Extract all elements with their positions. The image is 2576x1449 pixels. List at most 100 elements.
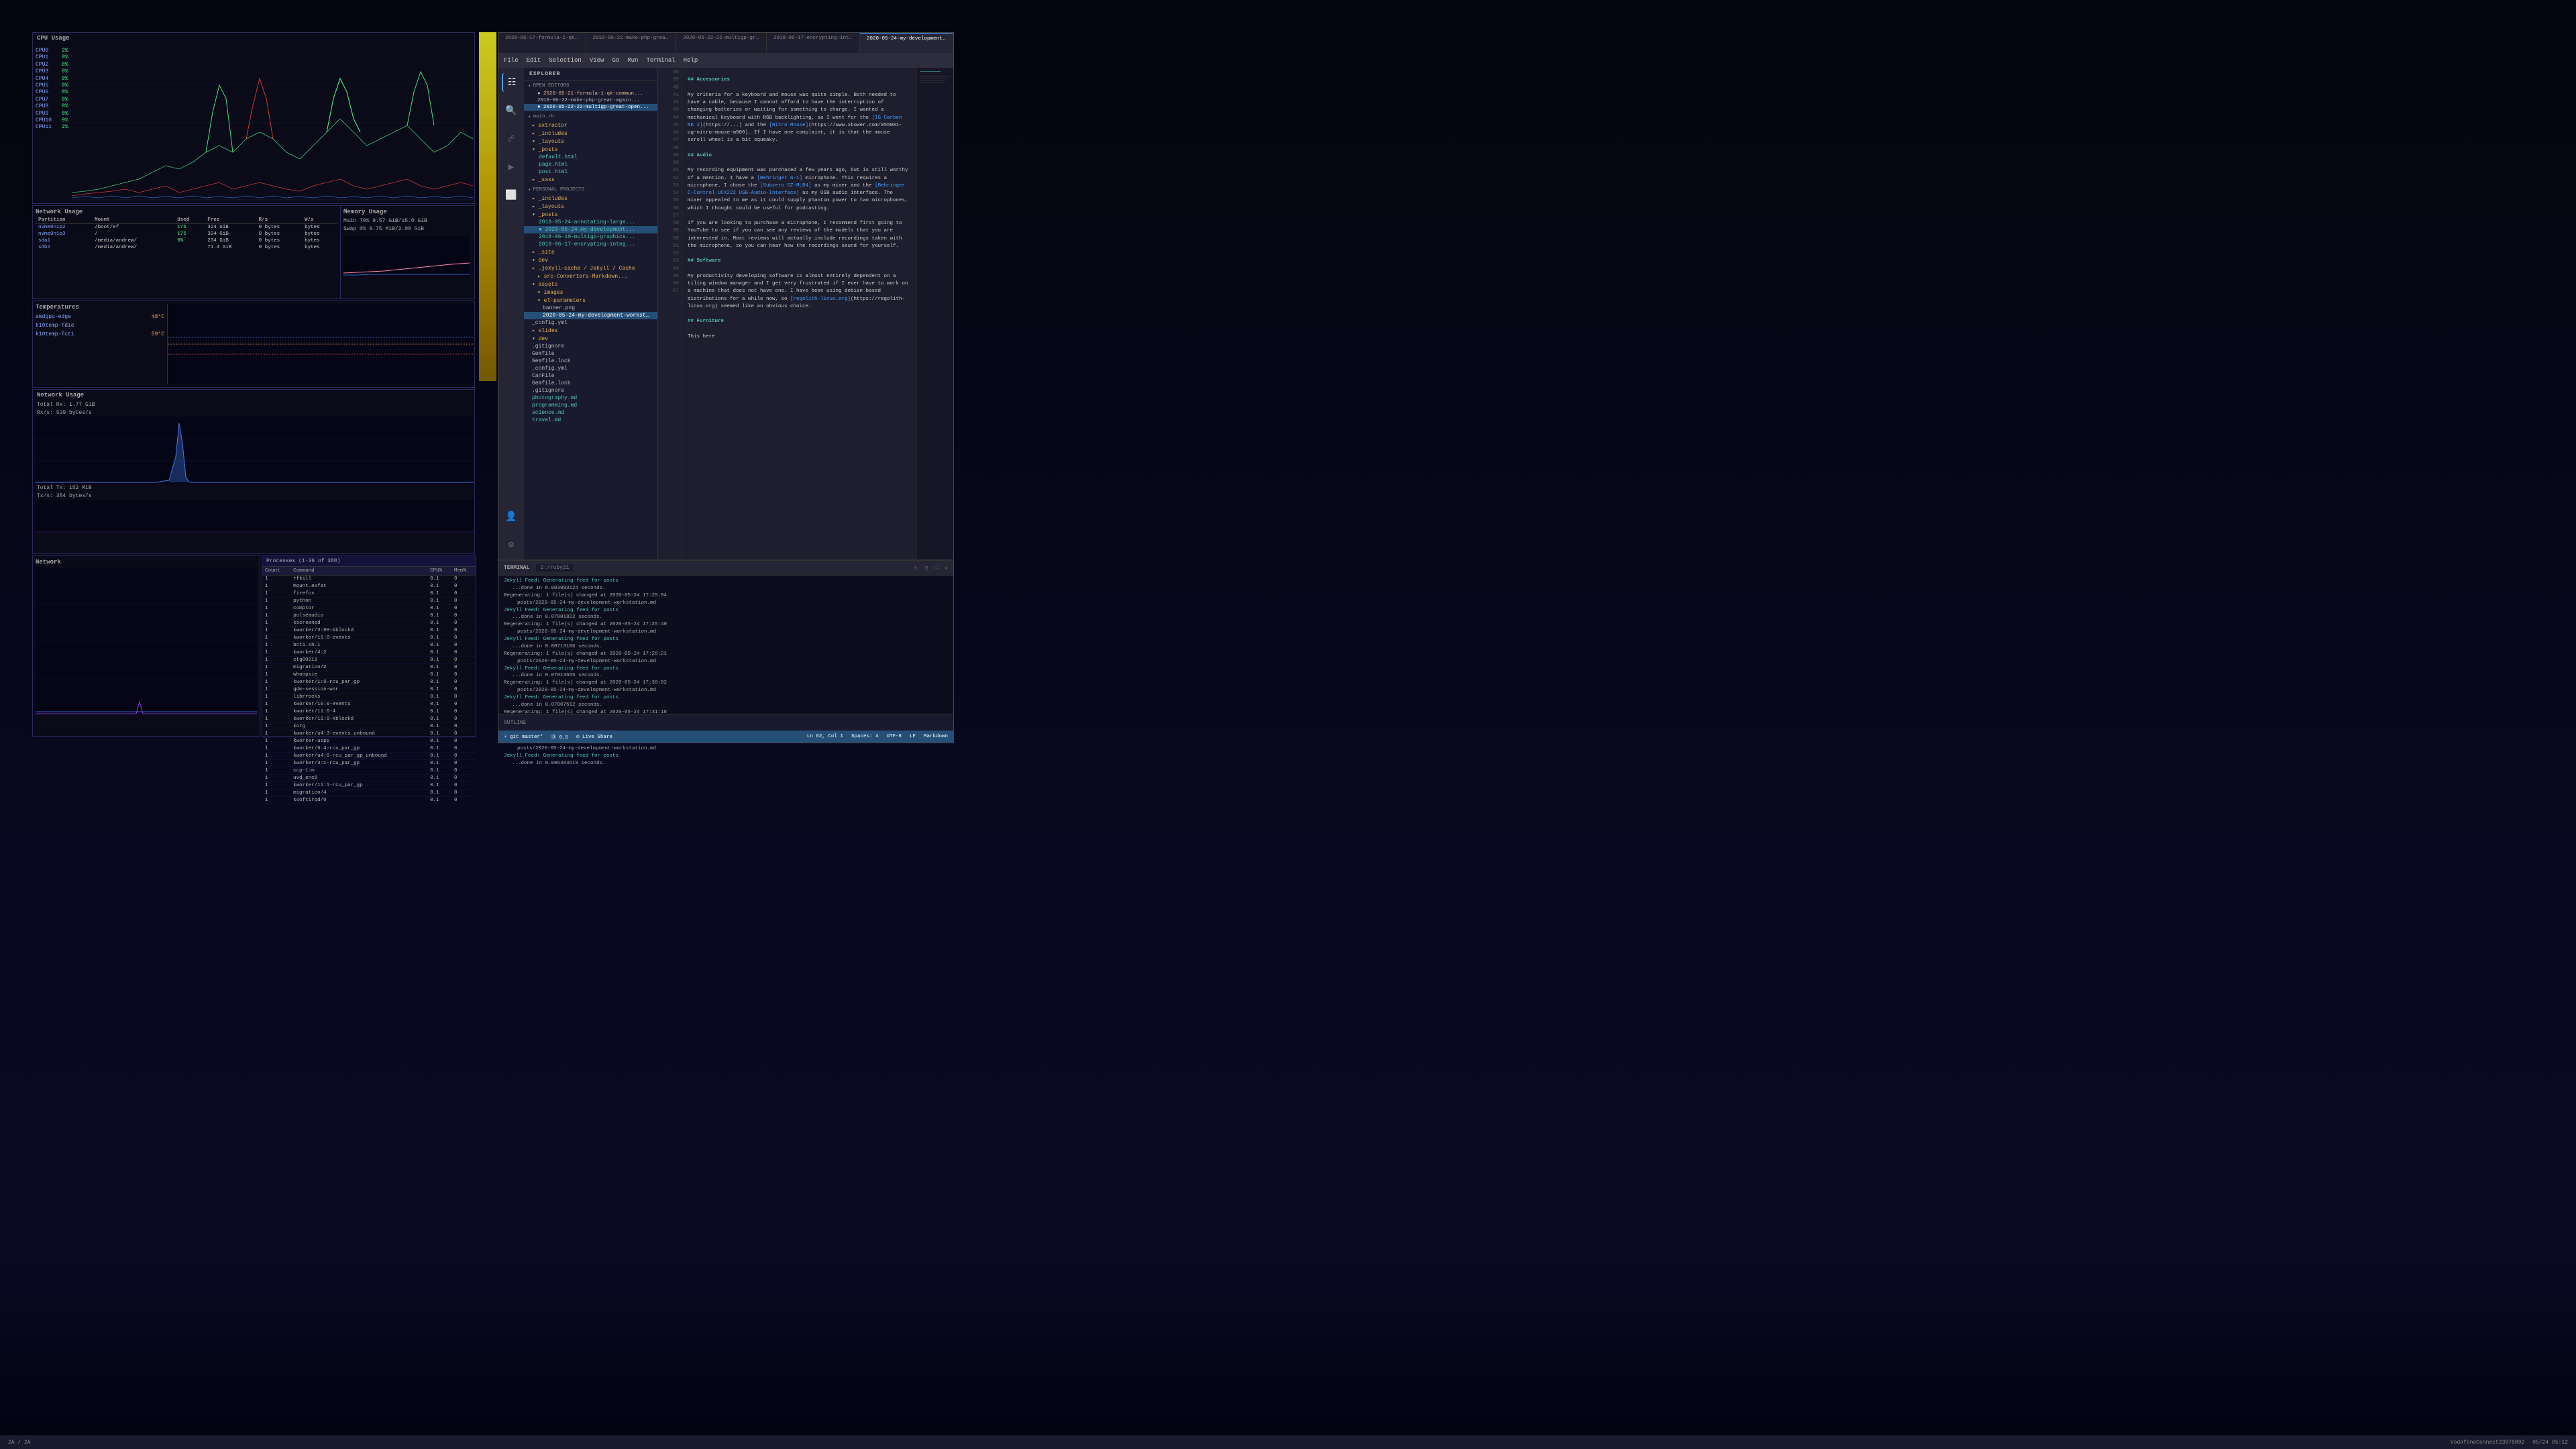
process-row-25: 1 kworker/3:1-rcu_par_gp 0.1 0	[262, 760, 476, 767]
cpu-labels: CPU02% CPU10% CPU20% CPU30% CPU40% CPU50…	[36, 48, 75, 131]
ftree-post-html[interactable]: post.html	[524, 168, 657, 176]
tab-3[interactable]: 2018-06-17-encrypting-int...	[767, 33, 860, 53]
line-64	[688, 311, 911, 318]
ftree-photography[interactable]: photography.md	[524, 394, 657, 402]
ftree-layouts[interactable]: ▾ _layouts	[524, 138, 657, 146]
terminal-plus-icon[interactable]: ＋	[913, 564, 918, 572]
ftree-gitignore2[interactable]: .gitignore	[524, 387, 657, 394]
ftree-gitignore[interactable]: .gitignore	[524, 343, 657, 350]
menu-go[interactable]: Go	[612, 57, 619, 64]
extensions-icon[interactable]: ⬜	[502, 186, 521, 205]
system-time: 05/24 05:12	[2532, 1440, 2568, 1446]
open-editor-0[interactable]: ● 2020-05-21-formula-1-qk-commun...	[524, 91, 657, 97]
network-bottom-panel: Network	[32, 555, 260, 737]
ftree-posts2[interactable]: ▾ _posts	[524, 211, 657, 219]
outline-label[interactable]: OUTLINE	[504, 720, 527, 726]
disk-table-section: Network Usage Partition Mount Used Free …	[33, 206, 340, 299]
ftree-science[interactable]: science.md	[524, 409, 657, 417]
process-row-2: 1 firefox 0.1 0	[262, 590, 476, 598]
ftree-layouts2[interactable]: ▸ _layouts	[524, 203, 657, 211]
explorer-icon[interactable]: ☷	[502, 73, 521, 92]
cpu-row-9: CPU90%	[36, 111, 75, 117]
line-44-blank	[688, 145, 911, 152]
personal-projects-section[interactable]: ▾main.rb	[524, 112, 657, 121]
live-share[interactable]: ◎ Live Share	[576, 733, 612, 740]
menu-help[interactable]: Help	[684, 57, 698, 64]
ftree-converters[interactable]: ▸ src-Converters-Markdown...	[524, 272, 657, 280]
memory-title: Memory Usage	[343, 209, 472, 215]
ftree-assets[interactable]: ▾ assets	[524, 280, 657, 288]
personal-projects-header[interactable]: ▾PERSONAL PROJECTS	[524, 185, 657, 195]
ftree-config2[interactable]: _config.yml	[524, 365, 657, 372]
disk-row-0: nvme0n1p2 /boot/ef 175 324 GiB 0 bytes b…	[36, 224, 337, 231]
disk-panel: Network Usage Partition Mount Used Free …	[32, 205, 475, 299]
ftree-workstation-png[interactable]: 2020-05-24-my-development-workstation.pn…	[524, 312, 657, 319]
source-control-icon[interactable]: ☍	[502, 129, 521, 148]
ftree-site[interactable]: ▸ _site	[524, 248, 657, 256]
ftree-el-params[interactable]: ▾ el-parameters	[524, 297, 657, 305]
terminal-close-icon[interactable]: ✕	[945, 565, 948, 572]
proc-col-count: Count	[262, 567, 290, 576]
tab-4[interactable]: 2020-05-24-my-development...	[860, 33, 953, 53]
term-line-8: Jekyll Feed: Generating feed for posts	[504, 636, 948, 643]
desktop: CPU Usage CPU02% CPU10% CPU20% CPU30% CP…	[0, 0, 2576, 1449]
ftree-gemlock[interactable]: Gemfile.lock	[524, 358, 657, 365]
process-row-9: 1 bct1.sh.1 0.1 0	[262, 642, 476, 649]
ftree-includes2[interactable]: ▸ _includes	[524, 195, 657, 203]
ftree-page-html[interactable]: page.html	[524, 161, 657, 168]
ftree-gemfile[interactable]: Gemfile	[524, 350, 657, 358]
ftree-gemlock2[interactable]: Gemfile.lock	[524, 380, 657, 387]
menu-selection[interactable]: Selection	[549, 57, 582, 64]
ftree-default-html[interactable]: default.html	[524, 154, 657, 161]
line-numbers: 3839404142434445464748495051525354555657…	[658, 68, 682, 559]
ftree-slides[interactable]: ▸ slides	[524, 327, 657, 335]
ftree-extractor[interactable]: ▸ extractor	[524, 121, 657, 129]
vscode-menubar: File Edit Selection View Go Run Terminal…	[498, 53, 953, 68]
search-icon[interactable]: 🔍	[502, 101, 521, 120]
line-44: ## Audio	[688, 152, 911, 160]
debug-icon[interactable]: ▶	[502, 158, 521, 176]
cpu-row-4: CPU40%	[36, 76, 75, 83]
ftree-sass[interactable]: ▸ _sass	[524, 176, 657, 184]
open-editor-2[interactable]: ● 2020-05-22-22-multigp-great-open...	[524, 104, 657, 111]
ftree-images[interactable]: ▾ images	[524, 288, 657, 297]
ftree-includes[interactable]: ▸ _includes	[524, 129, 657, 138]
language-mode[interactable]: Markdown	[924, 734, 948, 739]
ftree-canfile[interactable]: CanFile	[524, 372, 657, 380]
ftree-dev2[interactable]: ▾ dev	[524, 335, 657, 343]
ftree-banner[interactable]: banner.png	[524, 305, 657, 312]
tab-0[interactable]: 2020-05-17-formula-1-qk...	[498, 33, 586, 53]
menu-file[interactable]: File	[504, 57, 519, 64]
cpu-row-2: CPU20%	[36, 62, 75, 68]
ftree-programming[interactable]: programming.md	[524, 402, 657, 409]
ftree-multigp[interactable]: 2018-06-10-multigp-graphics...	[524, 233, 657, 241]
ftree-config[interactable]: _config.yml	[524, 319, 657, 327]
disk-row-2: sda1 /media/andrew/ 0% 234 GiB 0 bytes b…	[36, 237, 337, 244]
memory-section: Memory Usage Main 79% 9.57 GiB/15.0 GiB …	[340, 206, 474, 299]
term-line-3: posts/2020-05-24-my-development-workstat…	[504, 600, 948, 607]
settings-icon[interactable]: ⚙	[502, 535, 521, 554]
ftree-workstation[interactable]: ● 2020-05-24-my-development...	[524, 226, 657, 233]
tab-2[interactable]: 2020-05-22-22-multigp-gr...	[676, 33, 767, 53]
open-editor-1[interactable]: 2018-06-22-make-php-great-again...	[524, 97, 657, 104]
process-row-8: 1 kworker/11:0-events 0.1 0	[262, 635, 476, 642]
ftree-travel[interactable]: travel.md	[524, 417, 657, 424]
ftree-annotating[interactable]: 2018-05-24-annotating-large...	[524, 219, 657, 226]
git-branch[interactable]: ⑂ git master*	[504, 734, 543, 740]
ftree-dev[interactable]: ▾ dev	[524, 256, 657, 264]
menu-view[interactable]: View	[590, 57, 604, 64]
ftree-encrypting[interactable]: 2018-06-17-encrypting-integ...	[524, 241, 657, 248]
tab-1[interactable]: 2018-06-22-make-php-grea...	[586, 33, 677, 53]
terminal-maximize-icon[interactable]: □	[934, 565, 938, 571]
menu-edit[interactable]: Edit	[527, 57, 541, 64]
ftree-posts[interactable]: ▾ _posts	[524, 146, 657, 154]
accounts-icon[interactable]: 👤	[502, 507, 521, 526]
open-editors-section[interactable]: ▾OPEN EDITORS	[524, 81, 657, 91]
process-row-26: 1 ccp-1:m 0.1 0	[262, 767, 476, 775]
process-row-23: 1 kworker/6:4-rcu_par_gp 0.1 0	[262, 745, 476, 753]
terminal-split-icon[interactable]: ⊟	[925, 565, 928, 572]
menu-run[interactable]: Run	[627, 57, 638, 64]
menu-terminal[interactable]: Terminal	[646, 57, 675, 64]
system-taskbar: 2A / 2A VodafoneConnect23978092 05/24 05…	[0, 1436, 2576, 1449]
ftree-cache[interactable]: ▸ .jekyll-cache / Jekyll / Cache	[524, 264, 657, 272]
